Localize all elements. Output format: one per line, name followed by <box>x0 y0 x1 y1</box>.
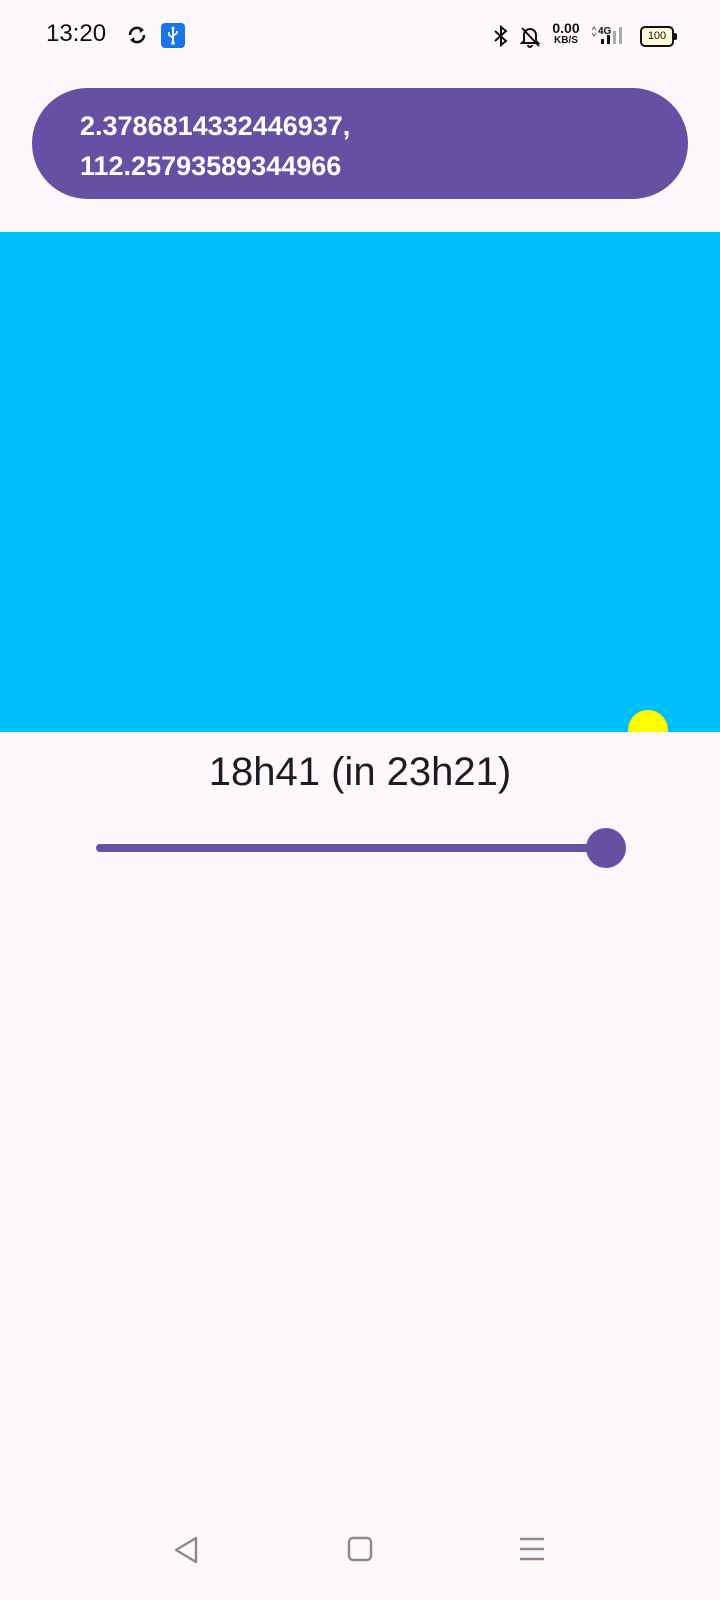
battery-icon: 100 <box>640 26 677 47</box>
back-icon[interactable] <box>172 1534 200 1566</box>
status-bar: 13:20 0.00 KB/S 4G 100 <box>0 0 720 72</box>
status-time: 13:20 <box>46 20 107 47</box>
net-speed: 0.00 KB/S <box>549 20 583 47</box>
home-icon[interactable] <box>347 1535 373 1563</box>
menu-icon[interactable] <box>518 1536 546 1562</box>
slider-thumb[interactable] <box>586 828 626 868</box>
net-speed-value: 0.00 <box>552 20 580 36</box>
navigation-bar <box>0 1520 720 1590</box>
time-slider[interactable] <box>96 826 626 870</box>
latitude-text: 2.3786814332446937, <box>80 111 351 141</box>
sky-view <box>0 232 720 732</box>
coordinates-button[interactable]: 2.3786814332446937, 112.25793589344966 <box>32 88 688 199</box>
usb-icon <box>161 23 185 48</box>
time-label: 18h41 (in 23h21) <box>208 750 512 794</box>
signal-icon: 4G <box>591 25 622 44</box>
sync-icon <box>128 26 146 44</box>
bell-off-icon <box>519 27 541 48</box>
slider-track[interactable] <box>96 844 606 852</box>
slider-active-track <box>96 844 606 852</box>
net-speed-unit: KB/S <box>554 35 578 46</box>
longitude-text: 112.25793589344966 <box>80 151 342 181</box>
bluetooth-icon <box>494 24 508 48</box>
sun-icon <box>628 710 668 732</box>
